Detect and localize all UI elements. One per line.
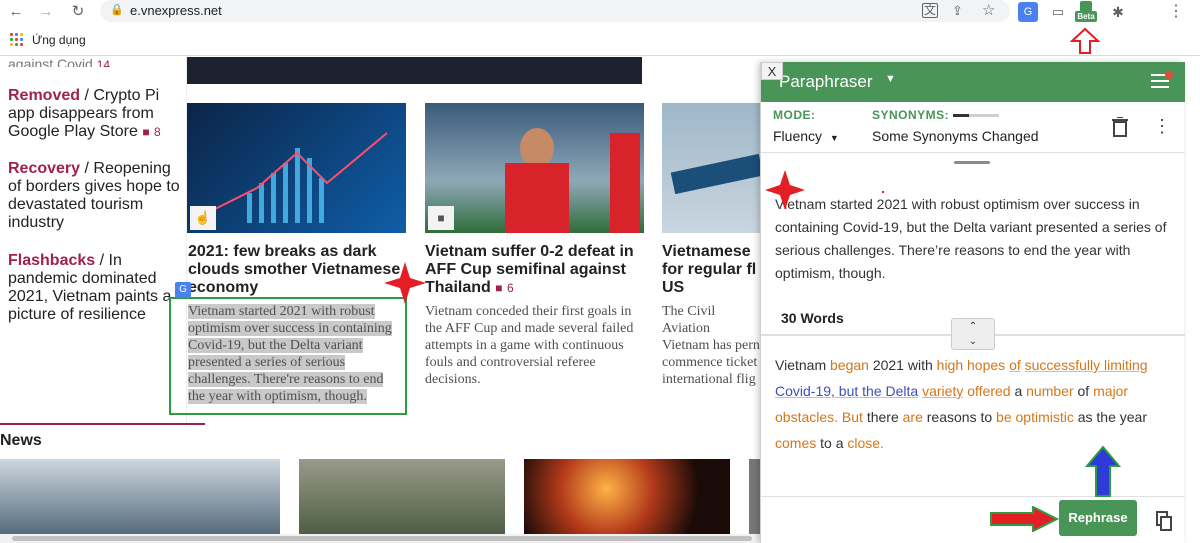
- notification-dot: [1165, 71, 1173, 79]
- mode-label: MODE:: [773, 108, 816, 122]
- selection-highlight-box: [169, 297, 407, 415]
- news-section-rule: [0, 423, 205, 425]
- apps-label[interactable]: Ứng dụng: [32, 33, 86, 47]
- synonyms-slider[interactable]: [953, 114, 999, 117]
- bookmark-star-icon[interactable]: ☆: [982, 1, 995, 19]
- title-dropdown-icon[interactable]: ▼: [885, 73, 896, 85]
- story-flashbacks[interactable]: Flashbacks / In pandemic dominated 2021,…: [8, 252, 180, 324]
- output-text-segment: Vietnam: [775, 357, 830, 373]
- changed-word[interactable]: began: [830, 357, 869, 373]
- comment-icon: ■: [495, 281, 503, 295]
- annotation-star-icon: [765, 170, 805, 210]
- output-text[interactable]: Vietnam began 2021 with high hopes of su…: [775, 352, 1167, 456]
- changed-word[interactable]: close.: [847, 435, 884, 451]
- story-removed[interactable]: Removed / Crypto Pi app disappears from …: [8, 87, 180, 141]
- news-image-1[interactable]: [0, 459, 280, 534]
- chevron-down-icon[interactable]: ⌄: [952, 334, 994, 349]
- video-camera-icon: ■: [428, 206, 454, 230]
- rephrase-button[interactable]: Rephrase: [1059, 500, 1137, 536]
- story-recovery[interactable]: Recovery / Reopening of borders gives ho…: [8, 160, 180, 232]
- drag-handle[interactable]: [954, 161, 990, 164]
- close-panel-button[interactable]: X: [761, 62, 783, 80]
- synonyms-label: SYNONYMS:: [872, 108, 950, 122]
- back-icon[interactable]: ←: [6, 2, 26, 22]
- output-text-segment: 2021 with: [868, 357, 937, 373]
- footer-divider: [761, 496, 1185, 497]
- article-title-economy[interactable]: 2021: few breaks as dark clouds smother …: [188, 243, 403, 297]
- article-title-football[interactable]: Vietnam suffer 0-2 defeat in AFF Cup sem…: [425, 243, 640, 297]
- paraphraser-panel: Paraphraser ▼ X MODE: Fluency ▼ SYNONYMS…: [760, 62, 1185, 543]
- annotation-arrow-up-icon: [1085, 446, 1121, 497]
- changed-word[interactable]: successfully limiting: [1025, 357, 1148, 373]
- forward-icon[interactable]: →: [36, 2, 56, 22]
- word-count: 30 Words: [781, 310, 844, 326]
- output-text-segment: as the year: [1073, 409, 1147, 425]
- copy-icon[interactable]: [1154, 511, 1174, 533]
- banner-image[interactable]: [187, 57, 642, 84]
- trash-icon[interactable]: [1111, 117, 1129, 137]
- annotation-arrow-right-icon: [990, 506, 1059, 532]
- beta-badge: Beta: [1075, 11, 1097, 22]
- changed-word[interactable]: number: [1026, 383, 1073, 399]
- annotation-star-icon: [384, 262, 426, 304]
- article-image-football[interactable]: ■: [425, 103, 644, 233]
- input-textarea[interactable]: Vietnam started 2021 with robust optimis…: [775, 193, 1167, 285]
- output-text-segment: a: [1010, 383, 1027, 399]
- article-lead-aviation[interactable]: The Civil Aviation Vietnam has pern comm…: [662, 303, 760, 388]
- url-text: e.vnexpress.net: [130, 3, 222, 18]
- changed-word[interactable]: comes: [775, 435, 816, 451]
- more-menu-icon[interactable]: ⋮: [1166, 2, 1186, 22]
- article-image-aviation[interactable]: [662, 103, 760, 233]
- chevron-up-icon[interactable]: ⌃: [952, 319, 994, 334]
- bookmarks-bar: Ứng dụng: [0, 24, 1200, 56]
- toolbar-divider: [761, 152, 1185, 153]
- more-options-icon[interactable]: ⋮: [1153, 116, 1171, 137]
- paraphraser-extension-icon[interactable]: Beta: [1075, 1, 1097, 23]
- changed-word[interactable]: be optimistic: [996, 409, 1074, 425]
- translate-icon[interactable]: 文: [922, 3, 938, 18]
- mode-select[interactable]: Fluency ▼: [773, 128, 839, 144]
- changed-word[interactable]: high hopes: [937, 357, 1006, 373]
- output-text-segment: there: [862, 409, 903, 425]
- share-icon[interactable]: ⇪: [952, 3, 963, 19]
- article-title-aviation[interactable]: Vietnamese for regular fl US: [662, 243, 760, 299]
- google-translate-extension-icon[interactable]: G: [1018, 2, 1038, 22]
- lock-icon: 🔒: [110, 4, 124, 16]
- touch-icon: ☝: [190, 206, 216, 230]
- annotation-arrow-up-icon: [1070, 27, 1100, 54]
- changed-word[interactable]: of: [1009, 357, 1021, 373]
- extension-icon[interactable]: ▭: [1048, 2, 1068, 22]
- output-text-segment: of: [1073, 383, 1094, 399]
- news-image-3[interactable]: [524, 459, 730, 534]
- paraphraser-header: Paraphraser ▼: [761, 62, 1185, 102]
- changed-word[interactable]: variety: [922, 383, 963, 399]
- changed-word[interactable]: offered: [967, 383, 1010, 399]
- partial-story[interactable]: against Covid 14: [8, 57, 180, 67]
- comment-icon: ■: [142, 125, 150, 139]
- synonyms-value: Some Synonyms Changed: [872, 128, 1039, 144]
- swap-control[interactable]: ⌃ ⌄: [951, 318, 995, 350]
- address-bar[interactable]: 🔒 e.vnexpress.net 文 ⇪ ☆: [100, 0, 1010, 22]
- news-image-2[interactable]: [299, 459, 505, 534]
- news-section-heading[interactable]: News: [0, 432, 42, 450]
- mode-dropdown-icon: ▼: [829, 133, 839, 143]
- article-image-economy[interactable]: ☝: [187, 103, 406, 233]
- paraphraser-title[interactable]: Paraphraser: [779, 72, 873, 92]
- output-text-segment: to a: [816, 435, 848, 451]
- reload-icon[interactable]: ↻: [68, 2, 88, 22]
- puzzle-icon[interactable]: ✱: [1108, 2, 1128, 22]
- browser-toolbar: ← → ↻ 🔒 e.vnexpress.net 文 ⇪ ☆ G ▭ Beta ✱…: [0, 0, 1200, 24]
- apps-grid-icon[interactable]: [10, 33, 24, 47]
- changed-word[interactable]: are: [903, 409, 923, 425]
- google-translate-popup-icon[interactable]: G: [175, 282, 191, 298]
- article-lead-football[interactable]: Vietnam conceded their first goals in th…: [425, 303, 641, 388]
- changed-word[interactable]: Covid-19, but the Delta: [775, 383, 918, 399]
- output-text-segment: reasons to: [922, 409, 997, 425]
- horizontal-scrollbar[interactable]: [0, 534, 760, 543]
